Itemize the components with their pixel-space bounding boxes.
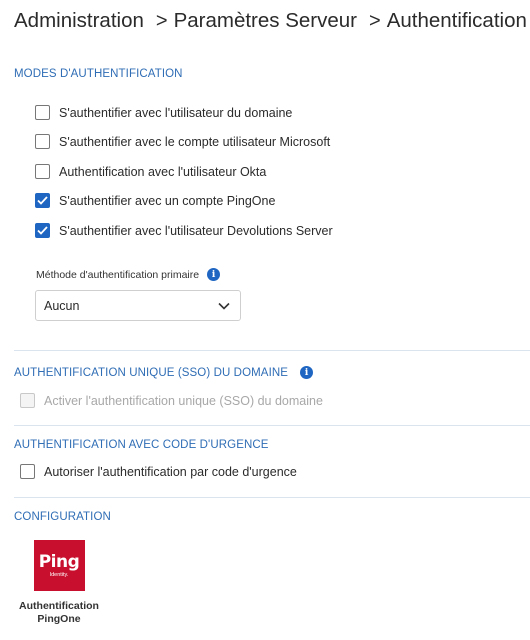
ping-logo-sub: Identity. — [49, 571, 69, 578]
pingone-config-tile[interactable]: Ping Identity. Authentification PingOne — [16, 540, 102, 626]
pingone-account-label: S'authentifier avec un compte PingOne — [59, 193, 276, 208]
domain-user-label: S'authentifier avec l'utilisateur du dom… — [59, 105, 293, 120]
primary-auth-method-label: Méthode d'authentification primaire — [36, 268, 200, 281]
primary-auth-method-label-row: Méthode d'authentification primaire i — [36, 268, 221, 281]
info-icon[interactable]: i — [300, 366, 314, 379]
section-divider — [14, 350, 530, 351]
microsoft-account-label: S'authentifier avec le compte utilisateu… — [59, 134, 331, 149]
emergency-code-label: Autoriser l'authentification par code d'… — [44, 464, 297, 479]
primary-auth-method-value: Aucun — [44, 298, 80, 313]
okta-user-checkbox-row[interactable]: Authentification avec l'utilisateur Okta — [35, 164, 266, 179]
devolutions-server-user-checkbox-row[interactable]: S'authentifier avec l'utilisateur Devolu… — [35, 223, 333, 238]
breadcrumb-separator: > — [155, 9, 168, 32]
domain-user-checkbox[interactable] — [35, 105, 50, 120]
emergency-code-checkbox[interactable] — [20, 464, 35, 479]
breadcrumb-item-administration[interactable]: Administration — [14, 9, 144, 33]
domain-user-checkbox-row[interactable]: S'authentifier avec l'utilisateur du dom… — [35, 105, 292, 120]
pingone-tile-label: Authentification PingOne — [19, 600, 99, 625]
breadcrumb-item-server-settings[interactable]: Paramètres Serveur — [174, 9, 357, 33]
breadcrumb-separator: > — [369, 9, 381, 32]
sso-label: Activer l'authentification unique (SSO) … — [44, 393, 323, 408]
primary-auth-method-select[interactable]: Aucun — [35, 290, 241, 321]
ping-identity-logo: Ping Identity. — [33, 540, 85, 591]
sso-section-header: AUTHENTIFICATION UNIQUE (SSO) DU DOMAINE… — [14, 366, 314, 379]
info-icon[interactable]: i — [207, 268, 221, 281]
devolutions-server-user-checkbox[interactable] — [35, 223, 50, 238]
breadcrumb-item-authentication: Authentification — [386, 9, 527, 32]
pingone-account-checkbox[interactable] — [35, 193, 50, 208]
okta-user-checkbox[interactable] — [35, 164, 50, 179]
breadcrumb: Administration > Paramètres Serveur > Au… — [14, 9, 527, 33]
microsoft-account-checkbox[interactable] — [35, 134, 50, 149]
configuration-section-title: CONFIGURATION — [14, 511, 111, 523]
auth-modes-section-title: MODES D'AUTHENTIFICATION — [14, 68, 183, 80]
okta-user-label: Authentification avec l'utilisateur Okta — [59, 164, 267, 179]
authentication-settings-page: Administration > Paramètres Serveur > Au… — [0, 0, 530, 640]
microsoft-account-checkbox-row[interactable]: S'authentifier avec le compte utilisateu… — [35, 134, 330, 149]
chevron-down-icon — [218, 302, 230, 310]
emergency-code-checkbox-row[interactable]: Autoriser l'authentification par code d'… — [20, 464, 297, 479]
ping-logo-word: Ping — [38, 551, 80, 572]
section-divider — [14, 497, 530, 498]
emergency-section-title: AUTHENTIFICATION AVEC CODE D'URGENCE — [14, 439, 269, 451]
sso-checkbox — [20, 393, 35, 408]
pingone-account-checkbox-row[interactable]: S'authentifier avec un compte PingOne — [35, 193, 275, 208]
sso-checkbox-row: Activer l'authentification unique (SSO) … — [20, 393, 323, 408]
section-divider — [14, 425, 530, 426]
sso-section-title: AUTHENTIFICATION UNIQUE (SSO) DU DOMAINE — [14, 366, 289, 379]
devolutions-server-user-label: S'authentifier avec l'utilisateur Devolu… — [59, 223, 333, 238]
